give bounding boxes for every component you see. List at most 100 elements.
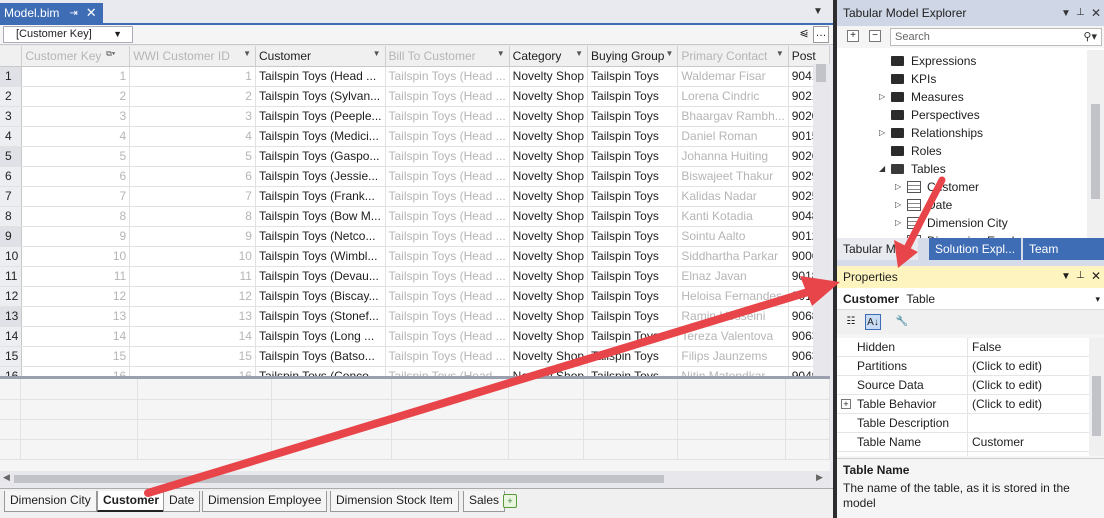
row-number[interactable]: 3 [0,106,23,127]
measure-cell[interactable] [20,419,139,440]
tree-node-relationships[interactable]: ▷ Relationships [879,124,983,142]
measure-cell[interactable] [271,439,393,460]
tab-solution-explorer[interactable]: Solution Expl... [929,238,1022,260]
cell-bill-to-customer[interactable]: Tailspin Toys (Head ... [385,286,510,307]
cell-wwi-customer-id[interactable]: 11 [129,266,256,287]
measure-cell[interactable] [785,399,831,420]
cell-primary-contact[interactable]: Lorena Cindric [677,86,789,107]
table-row[interactable]: 14 14 14 Tailspin Toys (Long ... Tailspin To… [0,326,830,347]
cell-bill-to-customer[interactable]: Tailspin Toys (Head ... [385,306,510,327]
row-number[interactable]: 15 [0,346,23,367]
cell-primary-contact[interactable]: Sointu Aalto [677,226,789,247]
property-row-table-name[interactable]: Table Name Customer [837,433,1089,452]
cell-customer-key[interactable]: 11 [21,266,131,287]
measure-cell[interactable] [137,399,273,420]
cell-wwi-customer-id[interactable]: 12 [129,286,256,307]
cell-category[interactable]: Novelty Shop [509,246,589,267]
cell-category[interactable]: Novelty Shop [509,126,589,147]
cell-wwi-customer-id[interactable]: 3 [129,106,256,127]
measure-cell[interactable] [0,419,22,440]
grid-vertical-scroll-thumb[interactable] [816,64,826,82]
cell-customer[interactable]: Tailspin Toys (Jessie... [255,166,386,187]
row-number[interactable]: 1 [0,66,23,87]
property-value[interactable]: False [972,338,1001,357]
cell-wwi-customer-id[interactable]: 14 [129,326,256,347]
measure-cell[interactable] [391,379,510,400]
tab-date[interactable]: Date [163,491,201,512]
column-header-customer[interactable]: Customer ▼ [255,46,386,67]
table-row[interactable]: 10 10 10 Tailspin Toys (Wimbl... Tailspin To… [0,246,830,267]
cell-primary-contact[interactable]: Ramin Hosseini [677,306,789,327]
cell-buying-group[interactable]: Tailspin Toys [587,126,679,147]
search-icon[interactable]: ⚲▾ [1083,29,1097,45]
pin-icon[interactable]: ⊥ [1076,7,1085,18]
tree-node-dimension-city[interactable]: ▷ Dimension City [895,214,1008,232]
cell-customer[interactable]: Tailspin Toys (Long ... [255,326,386,347]
cell-category[interactable]: Novelty Shop [509,366,589,376]
cell-category[interactable]: Novelty Shop [509,306,589,327]
measure-cell[interactable] [583,399,679,420]
cell-primary-contact[interactable]: Bhaargav Rambh... [677,106,789,127]
cell-primary-contact[interactable]: Johanna Huiting [677,146,789,167]
cell-customer-key[interactable]: 2 [21,86,131,107]
measure-cell[interactable] [20,439,139,460]
cell-category[interactable]: Novelty Shop [509,106,589,127]
scroll-left-icon[interactable]: ◀ [3,472,10,483]
property-value[interactable]: (Click to edit) [972,357,1042,376]
cell-customer[interactable]: Tailspin Toys (Gaspo... [255,146,386,167]
tree-node-tables[interactable]: ◢ Tables [879,160,946,178]
measure-cell[interactable] [508,379,585,400]
chevron-down-icon[interactable]: ▼ [373,49,381,58]
row-number[interactable]: 11 [0,266,23,287]
expand-formula-icon[interactable]: ⩿ [797,26,811,43]
column-header-category[interactable]: Category ▼ [509,46,589,67]
tab-dimension-city[interactable]: Dimension City [4,491,97,512]
table-row[interactable]: 12 12 12 Tailspin Toys (Biscay... Tailspin T… [0,286,830,307]
measure-cell[interactable] [508,399,585,420]
object-selector[interactable]: Customer Table ▾ [837,288,1104,310]
categorized-icon[interactable]: ☷ [843,314,859,330]
measure-cell[interactable] [137,419,273,440]
cell-customer-key[interactable]: 9 [21,226,131,247]
cell-primary-contact[interactable]: Tereza Valentova [677,326,789,347]
property-row-source-data[interactable]: Source Data (Click to edit) [837,376,1089,395]
cell-customer[interactable]: Tailspin Toys (Peeple... [255,106,386,127]
expand-arrow-icon[interactable]: ▷ [879,88,891,106]
column-header-wwi-customer-id[interactable]: WWI Customer ID ▼ [129,46,256,67]
column-header-customer-key[interactable]: Customer Key ⧉▾ [21,46,131,67]
measure-cell[interactable] [391,419,510,440]
pin-icon[interactable]: ⇥ [69,8,77,19]
column-header-postal[interactable]: Post [788,46,830,67]
cell-customer-key[interactable]: 10 [21,246,131,267]
cell-buying-group[interactable]: Tailspin Toys [587,326,679,347]
tree-node-customer[interactable]: ▷ Customer [895,178,979,196]
cell-bill-to-customer[interactable]: Tailspin Toys (Head ... [385,346,510,367]
expand-arrow-icon[interactable]: ▷ [895,214,907,232]
measure-row[interactable] [0,439,831,460]
pane-menu-icon[interactable]: ▼ [1061,271,1071,282]
measure-cell[interactable] [0,439,22,460]
cell-customer[interactable]: Tailspin Toys (Medici... [255,126,386,147]
expand-arrow-icon[interactable]: ▷ [895,178,907,196]
cell-wwi-customer-id[interactable]: 16 [129,366,256,376]
measure-cell[interactable] [508,439,585,460]
table-row[interactable]: 5 5 5 Tailspin Toys (Gaspo... Tailspin Toys … [0,146,830,167]
tab-dimension-employee[interactable]: Dimension Employee [202,491,328,512]
column-header-bill-to-customer[interactable]: Bill To Customer ▼ [385,46,510,67]
cell-buying-group[interactable]: Tailspin Toys [587,106,679,127]
table-row[interactable]: 9 9 9 Tailspin Toys (Netco... Tailspin Toys … [0,226,830,247]
cell-bill-to-customer[interactable]: Tailspin Toys (Head ... [385,146,510,167]
cell-bill-to-customer[interactable]: Tailspin Toys (Head ... [385,206,510,227]
column-header-primary-contact[interactable]: Primary Contact ▼ [677,46,789,67]
cell-buying-group[interactable]: Tailspin Toys [587,226,679,247]
table-row[interactable]: 7 7 7 Tailspin Toys (Frank... Tailspin Toys … [0,186,830,207]
row-number[interactable]: 10 [0,246,23,267]
cell-buying-group[interactable]: Tailspin Toys [587,346,679,367]
cell-primary-contact[interactable]: Daniel Roman [677,126,789,147]
chevron-down-icon[interactable]: ▼ [776,49,784,58]
document-tab-model-bim[interactable]: Model.bim ⇥ ✕ [0,3,103,23]
close-icon[interactable]: ✕ [1091,269,1101,283]
cell-customer-key[interactable]: 15 [21,346,131,367]
property-value[interactable]: (Click to edit) [972,395,1042,414]
row-number[interactable]: 5 [0,146,23,167]
